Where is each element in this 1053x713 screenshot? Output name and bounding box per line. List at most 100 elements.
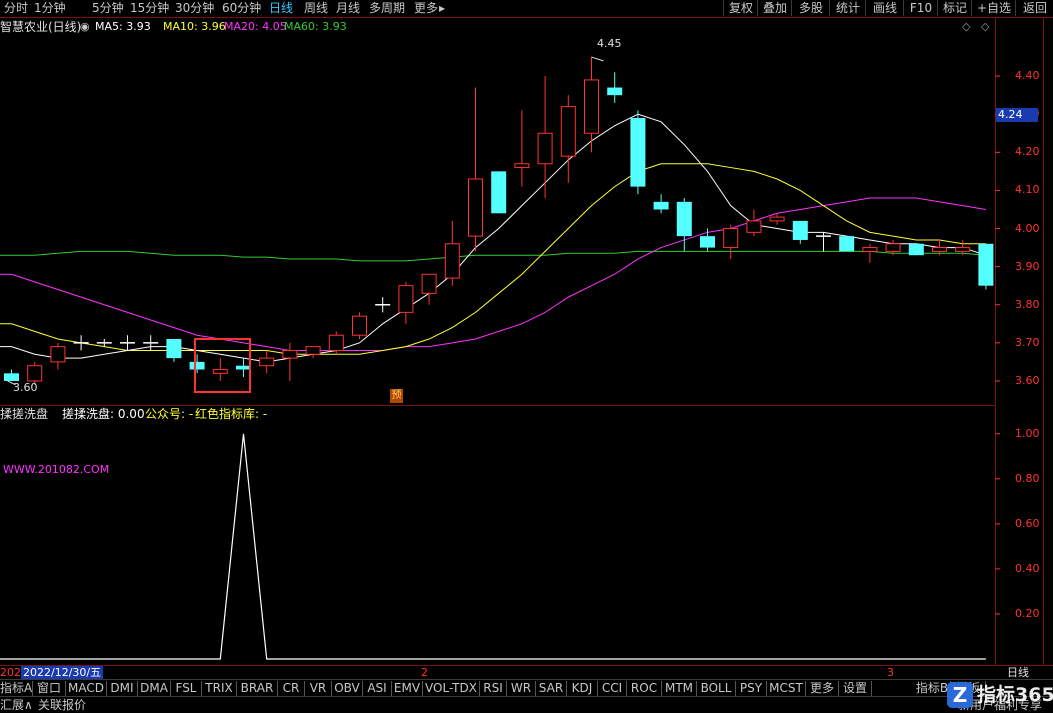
ma5-label: MA5: 3.93 bbox=[95, 20, 151, 33]
price-tick-5: 3.90 bbox=[1015, 259, 1040, 273]
candle-body bbox=[908, 243, 924, 256]
ind-tick-3: 0.40 bbox=[1015, 561, 1040, 575]
tab-25[interactable]: 设置 bbox=[839, 681, 872, 696]
stock-title: 智慧农业(日线) bbox=[0, 20, 82, 34]
candle-body bbox=[398, 285, 414, 313]
toolbar-btn-0[interactable]: 复权 bbox=[723, 0, 758, 16]
candle-body bbox=[444, 243, 460, 279]
indicator-url: WWW.201082.COM bbox=[3, 463, 110, 476]
indicator-title[interactable]: 揉搓洗盘 bbox=[0, 407, 48, 421]
candle-body bbox=[236, 365, 251, 370]
tab-7[interactable]: BRAR bbox=[237, 681, 278, 696]
ind-tick-4: 0.20 bbox=[1015, 606, 1040, 620]
candle-body bbox=[560, 106, 576, 157]
high-price-label: 4.45 bbox=[597, 37, 622, 50]
period-10[interactable]: 更多 bbox=[414, 1, 438, 16]
period-6[interactable]: 日线 bbox=[269, 1, 293, 16]
footer-left1[interactable]: 汇展∧ bbox=[0, 698, 33, 712]
month-2-label: 2 bbox=[421, 666, 428, 679]
tab-0[interactable]: 指标A bbox=[0, 681, 33, 696]
period-2[interactable]: 5分钟 bbox=[92, 1, 124, 16]
diamond-icon[interactable]: ◇ bbox=[962, 20, 970, 34]
footer-left2[interactable]: 关联报价 bbox=[38, 698, 86, 712]
candle-body bbox=[839, 236, 855, 252]
price-tick-7: 3.70 bbox=[1015, 335, 1040, 349]
footer-bar: 汇展∧ 关联报价 新用户福利专享 bbox=[0, 696, 1053, 713]
toolbar-btn-3[interactable]: 统计 bbox=[829, 0, 866, 16]
toolbar-btn-7[interactable]: +自选 bbox=[971, 0, 1016, 16]
tab-22[interactable]: PSY bbox=[736, 681, 767, 696]
toolbar-btn-8[interactable]: 返回 bbox=[1015, 0, 1053, 16]
tab-2[interactable]: MACD bbox=[66, 681, 107, 696]
toolbar-btn-5[interactable]: F10 bbox=[903, 0, 938, 16]
candle-body bbox=[4, 373, 19, 381]
candle-body bbox=[584, 79, 599, 134]
tab-13[interactable]: VOL-TDX bbox=[423, 681, 480, 696]
tab-15[interactable]: WR bbox=[507, 681, 536, 696]
current-price-tag: 4.24 bbox=[996, 108, 1038, 122]
tab-4[interactable]: DMA bbox=[138, 681, 171, 696]
period-4[interactable]: 30分钟 bbox=[175, 1, 214, 16]
tab-3[interactable]: DMI bbox=[107, 681, 138, 696]
tab-6[interactable]: TRIX bbox=[202, 681, 237, 696]
tab-19[interactable]: ROC bbox=[627, 681, 662, 696]
ma60-label: MA60: 3.93 bbox=[284, 20, 347, 33]
candle-body bbox=[305, 346, 321, 355]
indicator-wechat: 公众号: - bbox=[145, 407, 194, 421]
tab-1[interactable]: 窗口 bbox=[33, 681, 66, 696]
month-3-label: 3 bbox=[887, 666, 894, 679]
indicator-lib: 红色指标库: - bbox=[195, 407, 268, 421]
price-tick-0: 4.40 bbox=[1015, 69, 1040, 83]
toolbar-btn-6[interactable]: 标记 bbox=[937, 0, 972, 16]
tab-14[interactable]: RSI bbox=[480, 681, 507, 696]
period-7[interactable]: 周线 bbox=[304, 1, 328, 16]
tab-10[interactable]: OBV bbox=[332, 681, 363, 696]
watermark-logo: Z 指标365 bbox=[947, 676, 1053, 712]
tab-24[interactable]: 更多 bbox=[806, 681, 839, 696]
ind-tick-1: 0.80 bbox=[1015, 471, 1040, 485]
tab-21[interactable]: BOLL bbox=[697, 681, 736, 696]
period-5[interactable]: 60分钟 bbox=[222, 1, 261, 16]
candle-body bbox=[491, 171, 507, 214]
period-0[interactable]: 分时 bbox=[4, 1, 28, 16]
candle-body bbox=[653, 201, 669, 210]
candle-body bbox=[885, 243, 901, 252]
price-tick-2: 4.20 bbox=[1015, 145, 1040, 159]
tab-right-0[interactable]: 指标B bbox=[914, 681, 951, 696]
candle-body bbox=[769, 216, 785, 222]
period-3[interactable]: 15分钟 bbox=[130, 1, 169, 16]
tab-16[interactable]: SAR bbox=[536, 681, 567, 696]
collapse-icon[interactable]: ◇ bbox=[981, 20, 989, 34]
tab-20[interactable]: MTM bbox=[662, 681, 697, 696]
candle-body bbox=[282, 349, 298, 359]
more-arrow-icon[interactable]: ▸ bbox=[439, 1, 445, 16]
ma20-label: MA20: 4.05 bbox=[224, 20, 287, 33]
candle-body bbox=[746, 220, 762, 233]
period-1[interactable]: 1分钟 bbox=[34, 1, 66, 16]
watermark-text: 指标365 bbox=[977, 684, 1053, 706]
price-tick-8: 3.60 bbox=[1015, 373, 1040, 387]
ind-tick-2: 0.60 bbox=[1015, 516, 1040, 530]
toolbar-btn-4[interactable]: 画线 bbox=[865, 0, 904, 16]
candle-body bbox=[189, 361, 205, 370]
period-9[interactable]: 多周期 bbox=[369, 1, 405, 16]
pre-marker-icon[interactable]: 预 bbox=[390, 389, 403, 403]
period-8[interactable]: 月线 bbox=[336, 1, 360, 16]
tab-17[interactable]: KDJ bbox=[567, 681, 598, 696]
price-tick-4: 4.00 bbox=[1015, 221, 1040, 235]
ma5-line bbox=[0, 113, 987, 363]
tab-9[interactable]: VR bbox=[305, 681, 332, 696]
tab-5[interactable]: FSL bbox=[171, 681, 202, 696]
candle-body bbox=[468, 178, 483, 237]
tab-11[interactable]: ASI bbox=[363, 681, 392, 696]
ma-toggle-icon[interactable]: ◉ bbox=[80, 20, 90, 34]
toolbar-btn-1[interactable]: 叠加 bbox=[757, 0, 792, 16]
tab-8[interactable]: CR bbox=[278, 681, 305, 696]
tab-23[interactable]: MCST bbox=[767, 681, 806, 696]
date-axis: 202 2022/12/30/五 2 3 日线 bbox=[0, 665, 1053, 680]
tab-12[interactable]: EMV bbox=[392, 681, 423, 696]
toolbar-btn-2[interactable]: 多股 bbox=[791, 0, 830, 16]
candle-body bbox=[352, 315, 367, 336]
candle-body bbox=[723, 228, 739, 249]
tab-18[interactable]: CCI bbox=[598, 681, 627, 696]
